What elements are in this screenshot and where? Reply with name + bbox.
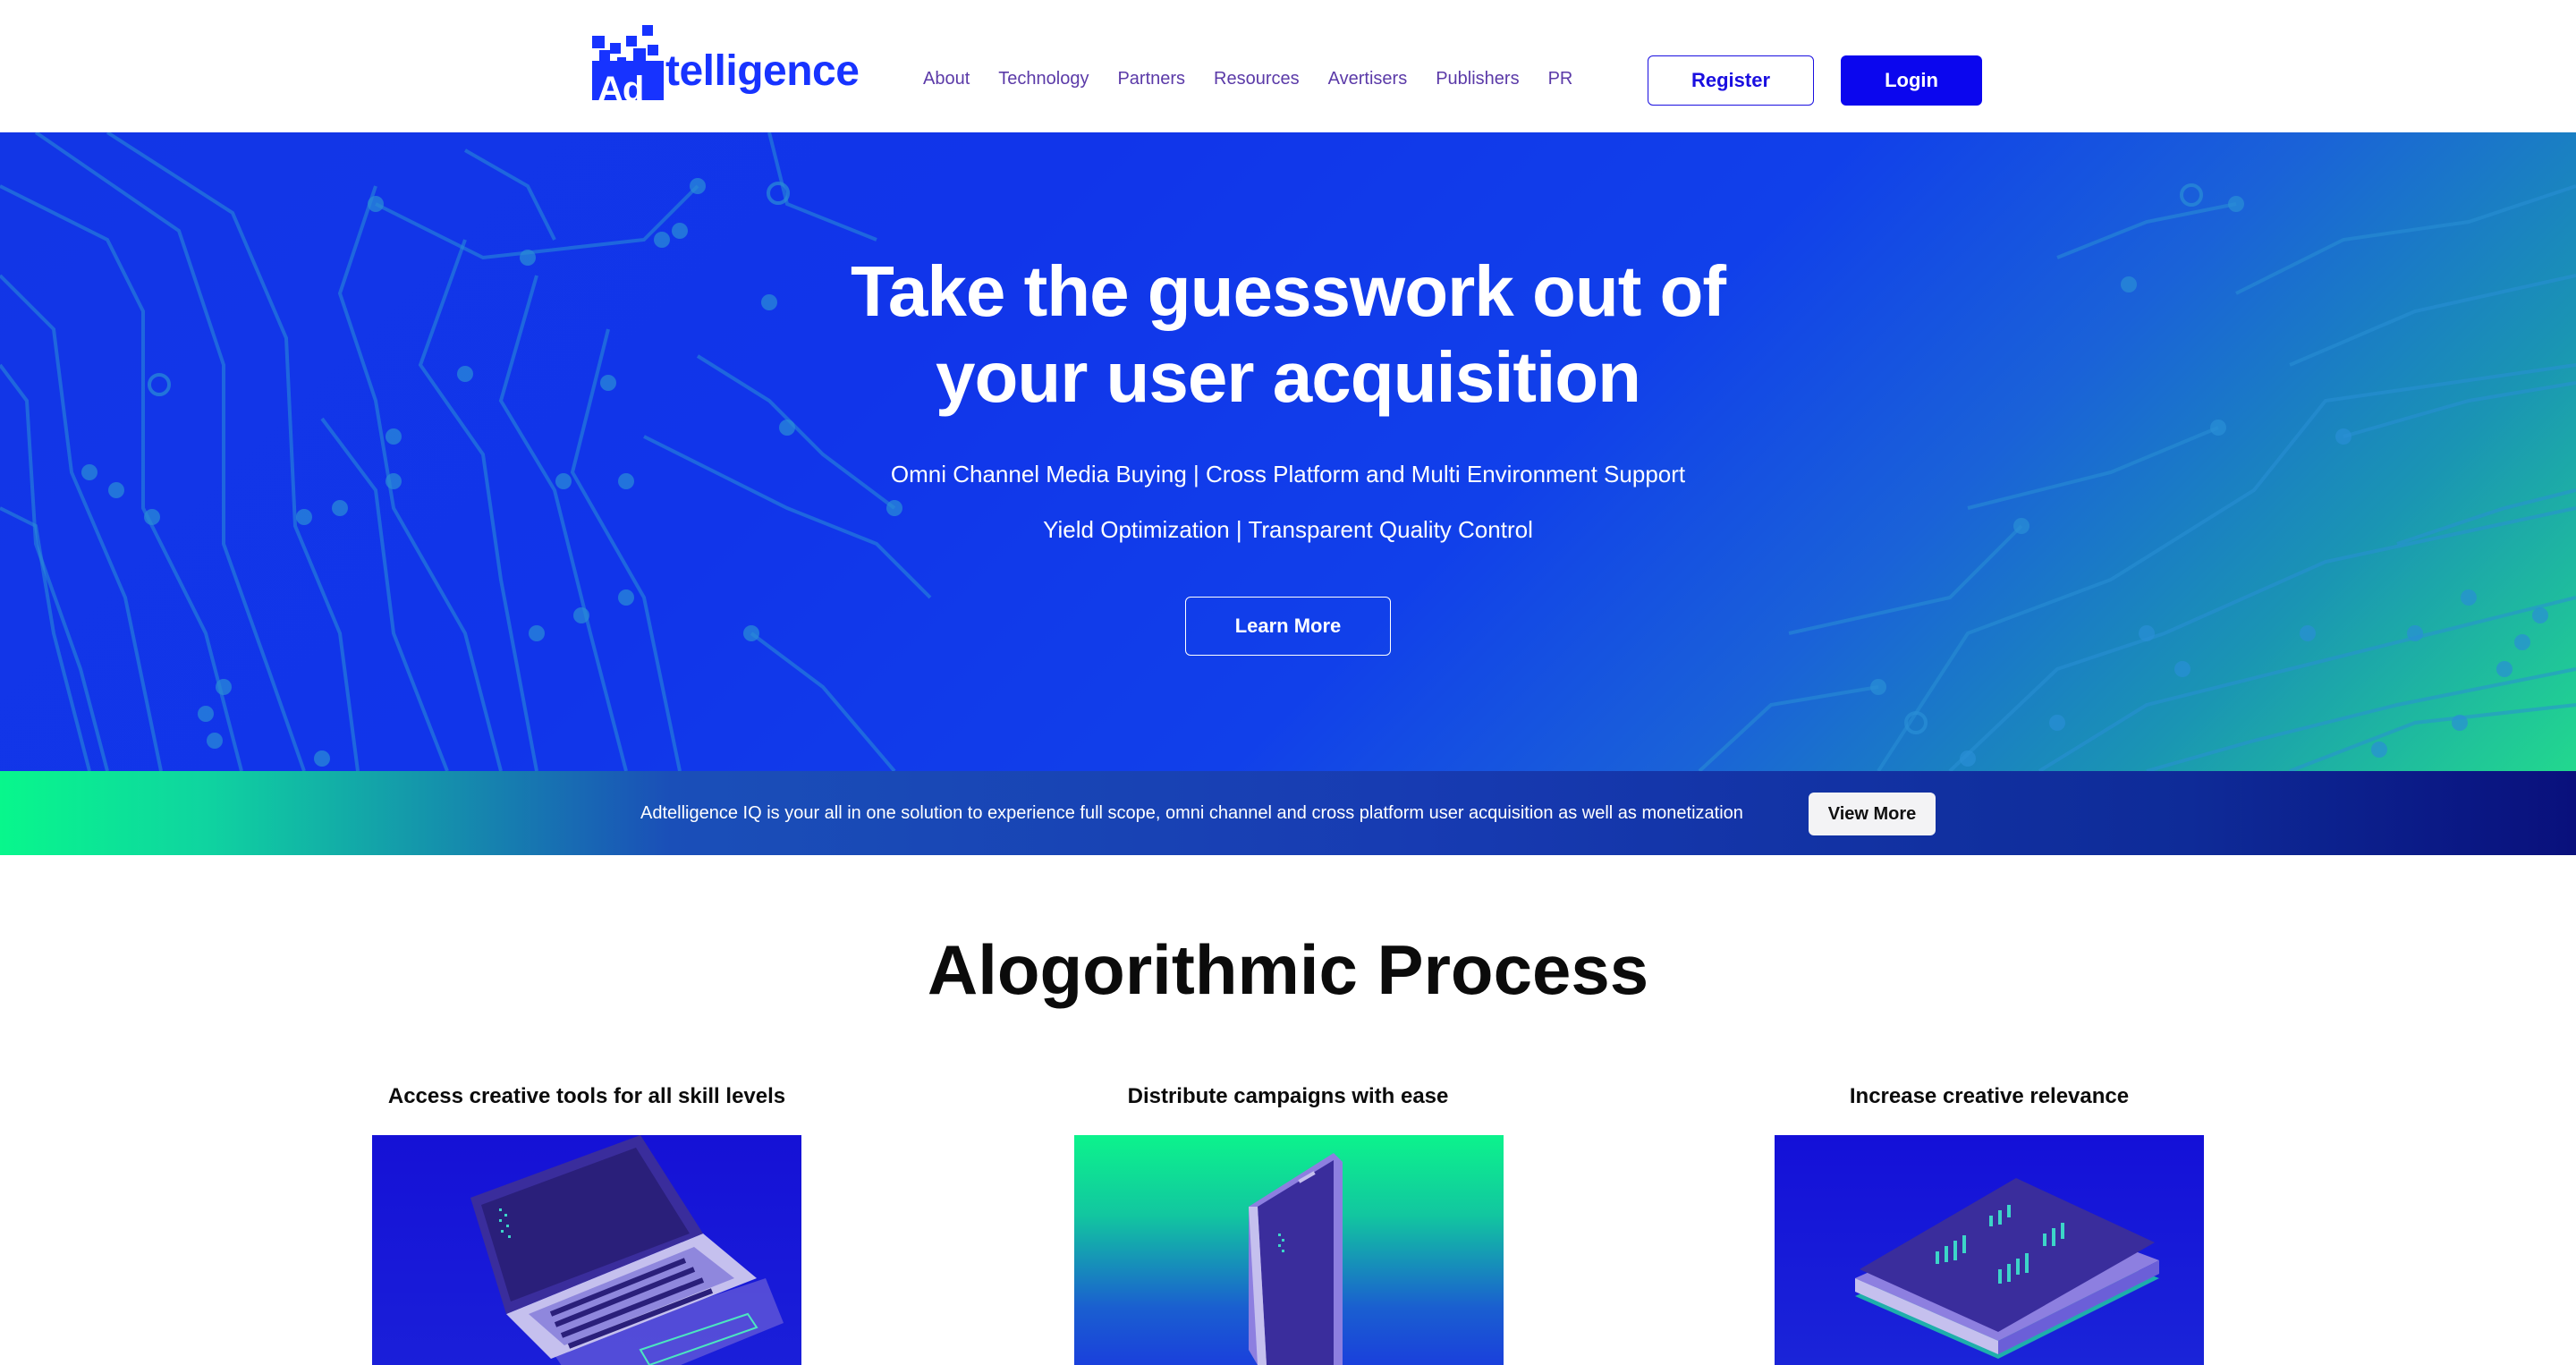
laptop-illustration-icon xyxy=(372,1135,801,1365)
card-title-distribute: Distribute campaigns with ease xyxy=(1127,1084,1449,1108)
circuit-background xyxy=(0,132,2576,771)
login-button[interactable]: Login xyxy=(1841,55,1982,106)
logo-badge-text: Ad xyxy=(597,70,644,109)
hero-title: Take the guesswork out of your user acqu… xyxy=(751,249,1825,420)
hero-subtitle-2: Yield Optimization | Transparent Quality… xyxy=(1043,516,1533,543)
learn-more-button[interactable]: Learn More xyxy=(1185,597,1391,656)
promo-banner: Adtelligence IQ is your all in one solut… xyxy=(0,771,2576,855)
nav-item-advertisers[interactable]: Avertisers xyxy=(1328,64,1408,93)
hero-title-line1: Take the guesswork out of xyxy=(850,251,1726,331)
card-title-creative-tools: Access creative tools for all skill leve… xyxy=(387,1084,786,1108)
hero-title-line2: your user acquisition xyxy=(935,337,1641,417)
register-button[interactable]: Register xyxy=(1648,55,1814,106)
adtelligence-logo[interactable]: Ad telligence xyxy=(592,25,860,107)
chip-illustration-icon xyxy=(1775,1135,2204,1365)
nav-item-pr[interactable]: PR xyxy=(1548,64,1573,93)
logo-text: telligence xyxy=(665,47,860,95)
nav-item-about[interactable]: About xyxy=(923,64,970,93)
hero-subtitle-1: Omni Channel Media Buying | Cross Platfo… xyxy=(890,461,1686,488)
phone-illustration-icon xyxy=(1074,1135,1504,1365)
nav-item-technology[interactable]: Technology xyxy=(998,64,1089,93)
nav-item-partners[interactable]: Partners xyxy=(1117,64,1185,93)
hero-section: Take the guesswork out of your user acqu… xyxy=(0,132,2576,771)
banner-text: Adtelligence IQ is your all in one solut… xyxy=(640,803,1743,823)
site-header: Ad telligence About Technology Partners … xyxy=(0,0,2576,132)
nav-item-resources[interactable]: Resources xyxy=(1214,64,1300,93)
nav-item-publishers[interactable]: Publishers xyxy=(1436,64,1519,93)
view-more-button[interactable]: View More xyxy=(1809,793,1936,835)
card-title-relevance: Increase creative relevance xyxy=(1849,1084,2130,1108)
process-section-title: Alogorithmic Process xyxy=(927,930,1649,1009)
main-nav: About Technology Partners Resources Aver… xyxy=(923,64,1601,93)
